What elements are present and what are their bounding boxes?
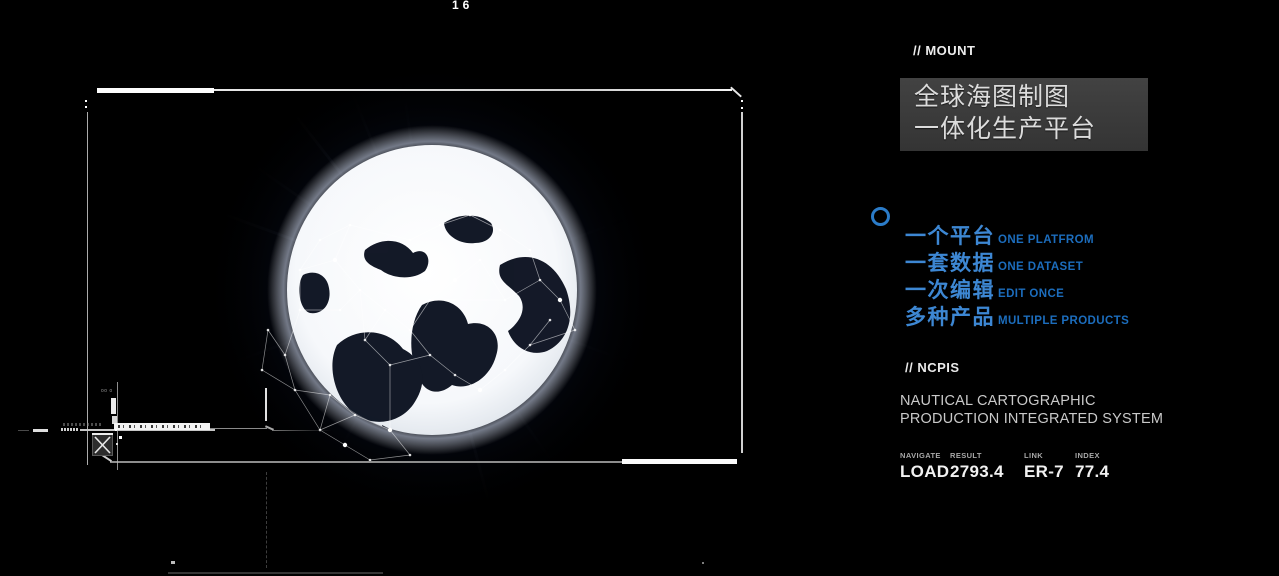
system-subtitle-line2: PRODUCTION INTEGRATED SYSTEM bbox=[900, 410, 1163, 428]
platform-title-box: 全球海图制图 一体化生产平台 bbox=[900, 78, 1148, 151]
feature-zh-label: 一套数据 bbox=[905, 247, 995, 277]
hud-extension-line bbox=[210, 428, 267, 429]
hud-dot bbox=[119, 436, 122, 439]
frame-dot bbox=[741, 107, 743, 109]
frame-dot bbox=[741, 100, 743, 102]
stat-result: RESULT 2793.4 bbox=[950, 451, 1024, 482]
feature-zh-label: 多种产品 bbox=[905, 301, 995, 331]
stat-label: LINK bbox=[1024, 451, 1075, 460]
hud-tick-rect bbox=[111, 398, 116, 414]
feature-en-label: MULTIPLE PRODUCTS bbox=[998, 315, 1129, 327]
x-marker-top-accent bbox=[92, 433, 113, 435]
hud-dashed-vertical bbox=[266, 472, 267, 568]
feature-en-label: EDIT ONCE bbox=[998, 288, 1064, 300]
stat-label: INDEX bbox=[1075, 451, 1109, 460]
stat-value: ER-7 bbox=[1024, 462, 1075, 482]
frame-left-line bbox=[87, 112, 88, 465]
frame-bottom-thick-bar bbox=[622, 459, 737, 464]
stat-label: NAVIGATE bbox=[900, 451, 950, 460]
hud-dash bbox=[18, 430, 29, 431]
stat-value: 77.4 bbox=[1075, 462, 1109, 482]
feature-en-label: ONE PLATFROM bbox=[998, 234, 1094, 246]
hud-dot bbox=[116, 443, 118, 445]
page-number: 16 bbox=[452, 0, 473, 12]
frame-right-line bbox=[741, 112, 743, 453]
frame-dot bbox=[85, 100, 87, 102]
feature-list: 一个平台 ONE PLATFROM 一套数据 ONE DATASET 一次编辑 … bbox=[905, 220, 1129, 328]
hud-dot bbox=[115, 429, 117, 431]
status-readout-row: NAVIGATE LOAD RESULT 2793.4 LINK ER-7 IN… bbox=[900, 451, 1109, 482]
feature-item-one-platform: 一个平台 ONE PLATFROM bbox=[905, 220, 1129, 247]
hud-dash bbox=[33, 429, 48, 432]
stat-value: LOAD bbox=[900, 462, 950, 482]
mount-section-label: // MOUNT bbox=[913, 43, 976, 58]
globe-network-graphic bbox=[197, 55, 667, 525]
feature-zh-label: 一次编辑 bbox=[905, 274, 995, 304]
platform-title-line1: 全球海图制图 bbox=[914, 81, 1148, 113]
frame-top-thick-bar bbox=[97, 88, 214, 93]
frame-top-line bbox=[214, 89, 732, 91]
hud-readout-bar bbox=[114, 423, 210, 430]
frame-bottom-line bbox=[110, 461, 622, 463]
bottom-edge-dot bbox=[702, 562, 704, 564]
stat-value: 2793.4 bbox=[950, 462, 1024, 482]
circle-outline-icon bbox=[871, 207, 890, 226]
system-subtitle-line1: NAUTICAL CARTOGRAPHIC bbox=[900, 392, 1163, 410]
hud-readout-microtext bbox=[118, 425, 202, 428]
presentation-screen: 16 00 0 bbox=[0, 0, 1279, 576]
stat-navigate: NAVIGATE LOAD bbox=[900, 451, 950, 482]
feature-item-one-dataset: 一套数据 ONE DATASET bbox=[905, 247, 1129, 274]
stat-link: LINK ER-7 bbox=[1024, 451, 1075, 482]
frame-corner-chamfer bbox=[730, 87, 742, 98]
system-subtitle: NAUTICAL CARTOGRAPHIC PRODUCTION INTEGRA… bbox=[900, 392, 1163, 428]
stat-label: RESULT bbox=[950, 451, 1024, 460]
hud-fading-line bbox=[272, 430, 332, 431]
bottom-edge-dot bbox=[171, 561, 175, 564]
feature-zh-label: 一个平台 bbox=[905, 220, 995, 250]
stat-index: INDEX 77.4 bbox=[1075, 451, 1109, 482]
ncpis-section-label: // NCPIS bbox=[905, 360, 960, 375]
hud-microtext-strip bbox=[63, 423, 101, 426]
feature-en-label: ONE DATASET bbox=[998, 261, 1083, 273]
hud-vertical-tick bbox=[265, 388, 267, 421]
x-marker-icon bbox=[92, 434, 113, 456]
feature-item-multiple-products: 多种产品 MULTIPLE PRODUCTS bbox=[905, 301, 1129, 328]
frame-dot bbox=[85, 106, 87, 108]
platform-title-line2: 一体化生产平台 bbox=[914, 113, 1148, 145]
feature-item-edit-once: 一次编辑 EDIT ONCE bbox=[905, 274, 1129, 301]
bottom-edge-line bbox=[168, 572, 383, 574]
hud-dot-row bbox=[61, 428, 79, 431]
hud-micro-label: 00 0 bbox=[101, 388, 113, 393]
